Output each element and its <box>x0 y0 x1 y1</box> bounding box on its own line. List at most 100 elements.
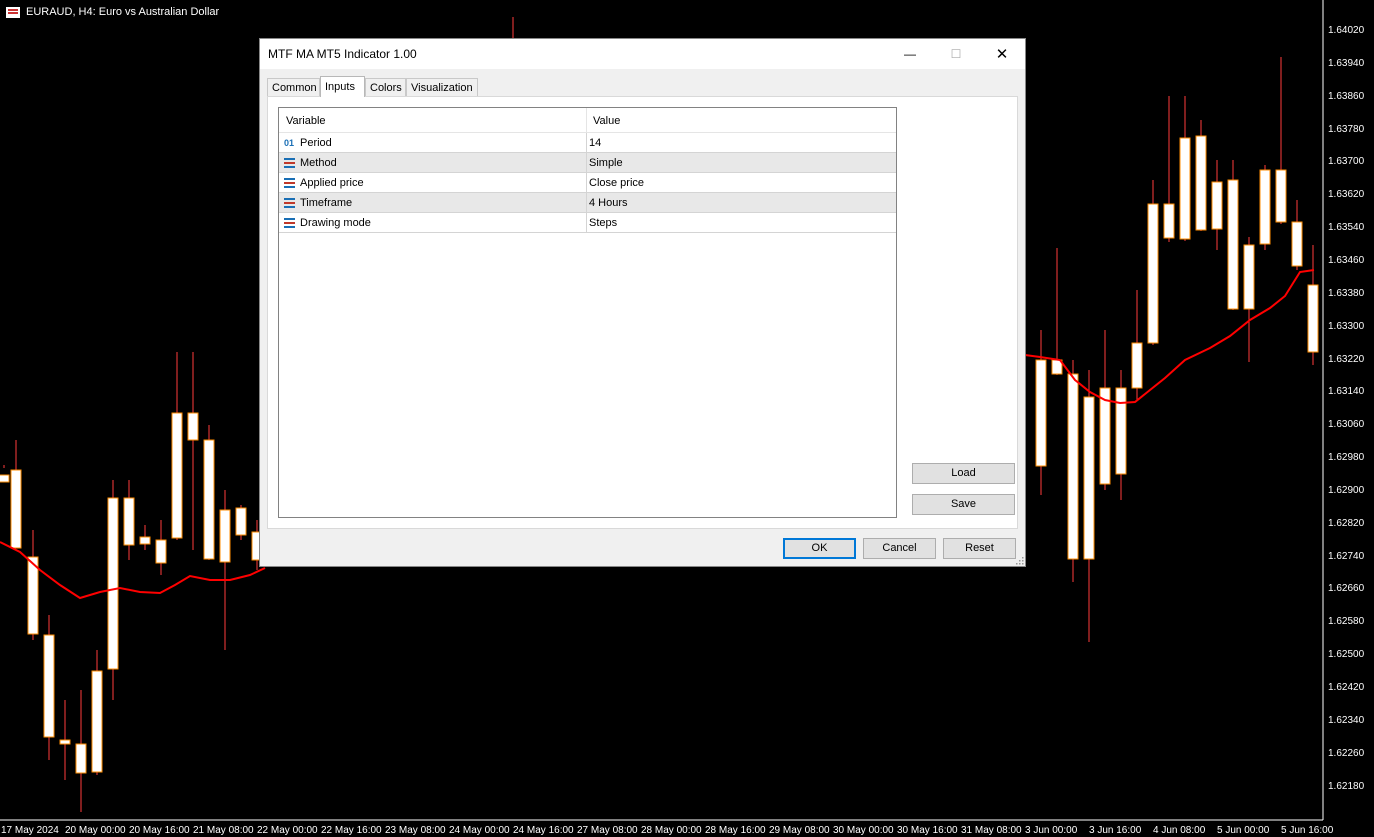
time-label: 4 Jun 08:00 <box>1153 825 1206 836</box>
time-label: 21 May 08:00 <box>193 825 254 836</box>
price-label: 1.63380 <box>1328 287 1365 299</box>
candle-body <box>27 556 39 635</box>
time-label: 3 Jun 16:00 <box>1089 825 1142 836</box>
dialog-titlebar[interactable]: MTF MA MT5 Indicator 1.00 — ☐ ✕ <box>260 39 1025 69</box>
indicator-properties-dialog: MTF MA MT5 Indicator 1.00 — ☐ ✕ Common I… <box>259 38 1026 567</box>
candle-body <box>1307 284 1319 353</box>
time-label: 17 May 2024 <box>1 825 59 836</box>
candle-body <box>139 536 151 545</box>
input-value[interactable]: 4 Hours <box>589 197 628 209</box>
input-row-method[interactable]: Method Simple <box>279 153 896 173</box>
candle-body <box>187 412 199 441</box>
maximize-icon: ☐ <box>950 47 962 61</box>
price-label: 1.63780 <box>1328 123 1365 135</box>
candle-body <box>1227 179 1239 310</box>
inputs-tab-panel: Variable Value 01 Period 14 Method Simpl… <box>267 96 1018 529</box>
input-value[interactable]: Simple <box>589 157 623 169</box>
time-label: 24 May 16:00 <box>513 825 574 836</box>
minimize-icon: — <box>904 47 916 61</box>
tab-label: Common <box>272 82 317 94</box>
candle-body <box>1259 169 1271 245</box>
price-label: 1.62340 <box>1328 714 1365 726</box>
candle-body <box>10 469 22 549</box>
input-row-applied-price[interactable]: Applied price Close price <box>279 173 896 193</box>
time-label: 30 May 16:00 <box>897 825 958 836</box>
input-value[interactable]: Close price <box>589 177 644 189</box>
candle-body <box>59 739 71 745</box>
candle-body <box>1163 203 1175 239</box>
time-label: 3 Jun 00:00 <box>1025 825 1078 836</box>
price-label: 1.63940 <box>1328 57 1365 69</box>
save-button[interactable]: Save <box>912 494 1015 515</box>
candle-body <box>1115 387 1127 475</box>
input-value[interactable]: 14 <box>589 137 601 149</box>
price-label: 1.62820 <box>1328 517 1365 529</box>
candle-body <box>75 743 87 774</box>
candle-body <box>1131 342 1143 389</box>
cancel-button[interactable]: Cancel <box>863 538 936 559</box>
time-label: 24 May 00:00 <box>449 825 510 836</box>
time-label: 29 May 08:00 <box>769 825 830 836</box>
dialog-title: MTF MA MT5 Indicator 1.00 <box>268 47 417 61</box>
price-label: 1.62900 <box>1328 484 1365 496</box>
time-label: 28 May 00:00 <box>641 825 702 836</box>
chart-icon <box>6 6 20 18</box>
time-label: 27 May 08:00 <box>577 825 638 836</box>
minimize-button[interactable]: — <box>887 39 933 69</box>
time-label: 30 May 00:00 <box>833 825 894 836</box>
price-label: 1.63540 <box>1328 222 1365 234</box>
ok-button[interactable]: OK <box>783 538 856 559</box>
candle-body <box>155 539 167 564</box>
time-label: 5 Jun 16:00 <box>1281 825 1334 836</box>
input-value[interactable]: Steps <box>589 217 617 229</box>
time-label: 28 May 16:00 <box>705 825 766 836</box>
candle-body <box>91 670 103 773</box>
load-button[interactable]: Load <box>912 463 1015 484</box>
tab-visualization[interactable]: Visualization <box>406 78 478 96</box>
price-label: 1.62740 <box>1328 550 1365 562</box>
price-label: 1.62980 <box>1328 452 1365 464</box>
time-label: 20 May 00:00 <box>65 825 126 836</box>
time-label: 5 Jun 00:00 <box>1217 825 1270 836</box>
grid-header: Variable Value <box>279 108 896 133</box>
price-label: 1.62420 <box>1328 682 1365 693</box>
price-label: 1.63700 <box>1328 156 1365 168</box>
header-value[interactable]: Value <box>593 115 620 127</box>
price-label: 1.62180 <box>1328 780 1365 792</box>
reset-button[interactable]: Reset <box>943 538 1016 559</box>
candle-body <box>1099 387 1111 485</box>
candle-body <box>1243 244 1255 310</box>
input-name: Applied price <box>300 177 364 189</box>
time-label: 31 May 08:00 <box>961 825 1022 836</box>
time-label: 22 May 16:00 <box>321 825 382 836</box>
maximize-button[interactable]: ☐ <box>933 39 979 69</box>
price-label: 1.63460 <box>1328 254 1365 266</box>
input-name: Method <box>300 157 337 169</box>
candle-body <box>107 497 119 670</box>
input-name: Timeframe <box>300 197 353 209</box>
chart-symbol-label: EURAUD, H4: Euro vs Australian Dollar <box>26 6 220 18</box>
resize-grip-icon[interactable] <box>1016 557 1024 565</box>
header-variable[interactable]: Variable <box>286 115 326 127</box>
tab-colors[interactable]: Colors <box>365 78 406 96</box>
input-row-period[interactable]: 01 Period 14 <box>279 133 896 153</box>
candle-body <box>1195 135 1207 231</box>
price-label: 1.63140 <box>1328 386 1365 398</box>
tab-label: Colors <box>370 82 402 94</box>
candle-body <box>1083 396 1095 560</box>
tab-common[interactable]: Common <box>267 78 320 96</box>
input-name: Period <box>300 137 332 149</box>
input-row-drawing-mode[interactable]: Drawing mode Steps <box>279 213 896 233</box>
close-button[interactable]: ✕ <box>979 39 1025 69</box>
candle-body <box>1211 181 1223 230</box>
price-label: 1.62660 <box>1328 583 1365 595</box>
candle-body <box>219 509 231 563</box>
tab-inputs[interactable]: Inputs <box>320 76 365 97</box>
candle-body <box>1291 221 1303 267</box>
time-label: 20 May 16:00 <box>129 825 190 836</box>
candle-body <box>43 634 55 738</box>
inputs-grid[interactable]: Variable Value 01 Period 14 Method Simpl… <box>278 107 897 518</box>
enum-icon <box>284 198 295 208</box>
candle-body <box>1067 373 1079 560</box>
input-row-timeframe[interactable]: Timeframe 4 Hours <box>279 193 896 213</box>
